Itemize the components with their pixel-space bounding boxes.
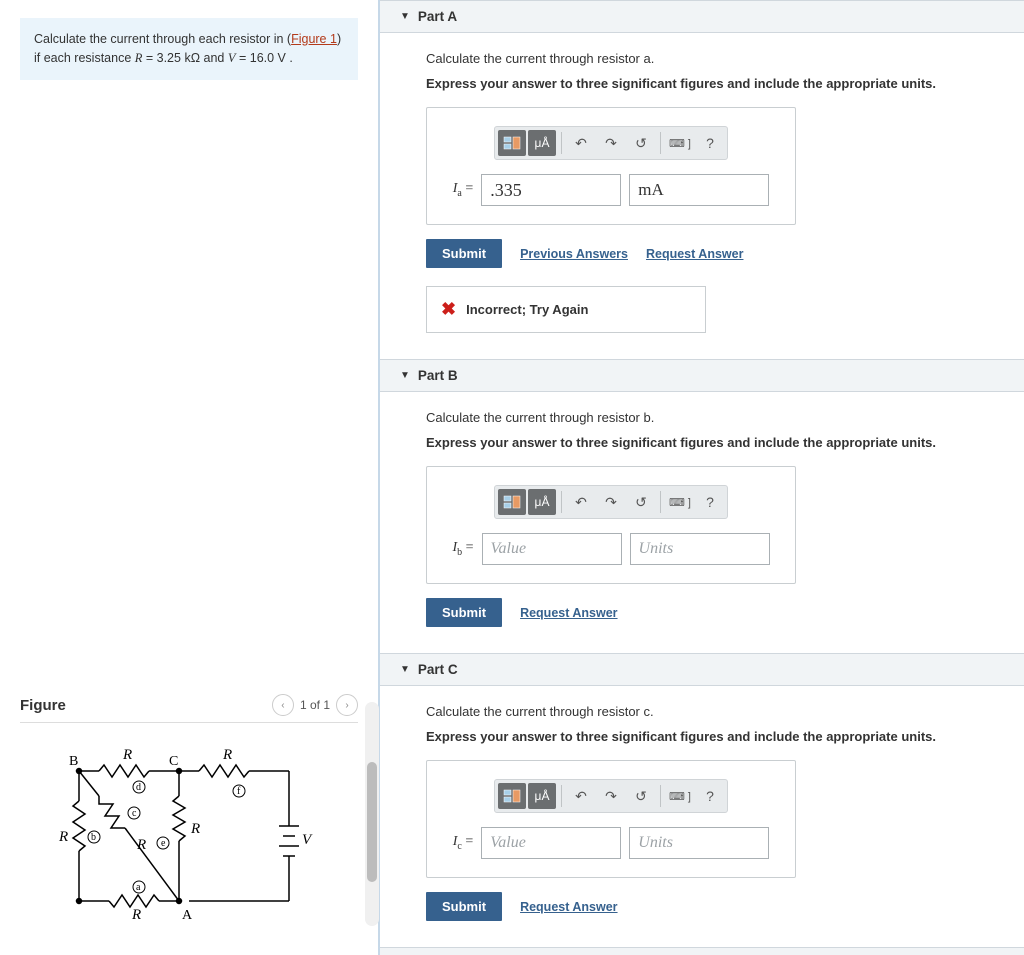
svg-text:d: d [136,782,141,793]
instructions: Express your answer to three significant… [426,435,990,450]
caret-down-icon: ▼ [400,664,410,675]
value-input[interactable] [482,533,622,565]
svg-text:R: R [136,837,146,853]
units-icon[interactable]: μÅ [528,130,556,156]
equation-toolbar: μÅ ↶ ↷ ↺ ⌨ ] ? [494,485,728,519]
feedback-box: ✖ Incorrect; Try Again [426,286,706,333]
units-input[interactable] [630,533,770,565]
value-input[interactable] [481,827,621,859]
figure-scrollbar[interactable] [365,702,379,926]
fig-next-button[interactable]: › [336,694,358,716]
answer-label: Ic = [453,834,474,852]
submit-button[interactable]: Submit [426,598,502,627]
answer-box: μÅ ↶ ↷ ↺ ⌨ ] ? Ic = [426,760,796,878]
svg-text:R: R [122,747,132,763]
svg-text:R: R [131,907,141,923]
request-answer-link[interactable]: Request Answer [520,606,617,620]
part-d-header[interactable]: ▼ Part D [380,947,1024,955]
svg-text:V: V [302,832,313,848]
request-answer-link[interactable]: Request Answer [520,900,617,914]
redo-icon[interactable]: ↷ [597,130,625,156]
reset-icon[interactable]: ↺ [627,489,655,515]
svg-text:B: B [69,754,78,769]
figure-link[interactable]: Figure 1 [291,32,337,46]
svg-text:R: R [190,821,200,837]
answer-label: Ia = [453,181,474,199]
fig-pager: 1 of 1 [300,698,330,712]
templates-icon[interactable] [498,489,526,515]
undo-icon[interactable]: ↶ [567,489,595,515]
undo-icon[interactable]: ↶ [567,783,595,809]
svg-text:b: b [91,832,96,843]
submit-button[interactable]: Submit [426,892,502,921]
keyboard-icon[interactable]: ⌨ ] [666,489,694,515]
prompt: Calculate the current through resistor c… [426,704,990,719]
templates-icon[interactable] [498,783,526,809]
figure-title: Figure [20,697,66,714]
help-icon[interactable]: ? [696,130,724,156]
answer-label: Ib = [452,540,473,558]
svg-text:C: C [169,754,178,769]
svg-text:e: e [161,838,166,849]
part-a-header[interactable]: ▼ Part A [380,0,1024,33]
incorrect-icon: ✖ [441,299,456,320]
svg-text:c: c [132,808,137,819]
instructions: Express your answer to three significant… [426,729,990,744]
submit-button[interactable]: Submit [426,239,502,268]
svg-text:R: R [58,829,68,845]
units-input[interactable] [629,827,769,859]
answer-box: μÅ ↶ ↷ ↺ ⌨ ] ? Ib = [426,466,796,584]
problem-statement: Calculate the current through each resis… [20,18,358,80]
caret-down-icon: ▼ [400,370,410,381]
keyboard-icon[interactable]: ⌨ ] [666,130,694,156]
redo-icon[interactable]: ↷ [597,489,625,515]
circuit-diagram: B R C R R R R V R A a b c d [39,741,339,931]
prompt: Calculate the current through resistor b… [426,410,990,425]
part-c-header[interactable]: ▼ Part C [380,653,1024,686]
request-answer-link[interactable]: Request Answer [646,247,743,261]
units-icon[interactable]: μÅ [528,783,556,809]
undo-icon[interactable]: ↶ [567,130,595,156]
prompt: Calculate the current through resistor a… [426,51,990,66]
keyboard-icon[interactable]: ⌨ ] [666,783,694,809]
templates-icon[interactable] [498,130,526,156]
units-icon[interactable]: μÅ [528,489,556,515]
reset-icon[interactable]: ↺ [627,783,655,809]
svg-text:f: f [237,786,241,797]
help-icon[interactable]: ? [696,489,724,515]
answer-box: μÅ ↶ ↷ ↺ ⌨ ] ? Ia = [426,107,796,225]
caret-down-icon: ▼ [400,11,410,22]
value-input[interactable] [481,174,621,206]
svg-text:R: R [222,747,232,763]
units-input[interactable] [629,174,769,206]
svg-text:a: a [136,882,141,893]
svg-text:A: A [182,908,193,923]
part-b-header[interactable]: ▼ Part B [380,359,1024,392]
equation-toolbar: μÅ ↶ ↷ ↺ ⌨ ] ? [494,779,728,813]
help-icon[interactable]: ? [696,783,724,809]
reset-icon[interactable]: ↺ [627,130,655,156]
equation-toolbar: μÅ ↶ ↷ ↺ ⌨ ] ? [494,126,728,160]
redo-icon[interactable]: ↷ [597,783,625,809]
instructions: Express your answer to three significant… [426,76,990,91]
fig-prev-button[interactable]: ‹ [272,694,294,716]
previous-answers-link[interactable]: Previous Answers [520,247,628,261]
